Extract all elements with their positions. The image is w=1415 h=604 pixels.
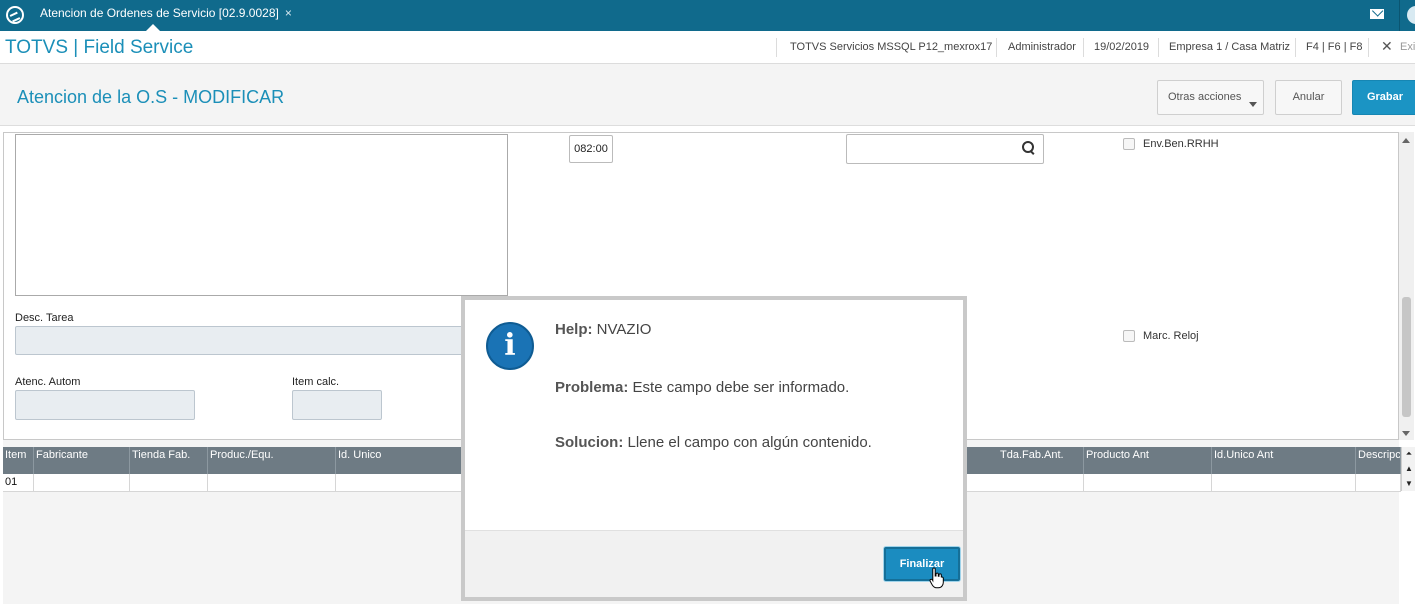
column-header[interactable]: Item (3, 447, 34, 474)
marc-reloj-checkbox[interactable] (1123, 330, 1135, 342)
header-separator (996, 38, 997, 57)
user-label: Administrador (1008, 41, 1076, 53)
next-row-icon[interactable]: ▼ (1404, 479, 1414, 488)
problem-value: Este campo debe ser informado. (632, 379, 850, 396)
chevron-down-icon (1249, 102, 1257, 107)
scroll-down-icon[interactable] (1402, 431, 1410, 436)
table-cell[interactable] (208, 474, 336, 492)
save-button[interactable]: Grabar (1352, 80, 1415, 115)
exit-label[interactable]: Exi (1400, 41, 1415, 53)
column-header[interactable]: Fabricante (34, 447, 130, 474)
column-header[interactable]: Tienda Fab. (130, 447, 208, 474)
table-cell[interactable] (130, 474, 208, 492)
item-calc-label: Item calc. (292, 376, 340, 388)
problem-message: Problema: Este campo debe ser informado. (555, 379, 849, 396)
table-cell[interactable] (34, 474, 130, 492)
problem-label: Problema: (555, 379, 629, 396)
tab-label: Atencion de Ordenes de Servicio [02.9.00… (40, 6, 279, 20)
more-actions-label: Otras acciones (1168, 91, 1242, 103)
date-label: 19/02/2019 (1094, 41, 1150, 53)
env-ben-label: Env.Ben.RRHH (1143, 138, 1219, 150)
env-ben-checkbox[interactable] (1123, 138, 1135, 150)
table-cell[interactable] (336, 474, 466, 492)
column-header[interactable]: Tda.Fab.Ant. (998, 447, 1084, 474)
form-scrollbar[interactable] (1399, 132, 1414, 440)
help-value: NVAZIO (596, 321, 652, 338)
solution-message: Solucion: Llene el campo con algún conte… (555, 434, 872, 451)
tab-atencion-ordenes[interactable]: Atencion de Ordenes de Servicio [02.9.00… (32, 0, 300, 31)
header-separator (1158, 38, 1159, 57)
table-cell[interactable] (1212, 474, 1356, 492)
solution-value: Llene el campo con algún contenido. (627, 434, 872, 451)
more-actions-button[interactable]: Otras acciones (1157, 80, 1264, 115)
time-field[interactable]: 082:00 (569, 135, 613, 163)
brand-title: TOTVS | Field Service (5, 37, 194, 58)
desc-tarea-field[interactable] (15, 326, 465, 355)
scrollbar-thumb[interactable] (1402, 297, 1411, 417)
column-header[interactable]: Id.Unico Ant (1212, 447, 1356, 474)
top-tab-bar: Atencion de Ordenes de Servicio [02.9.00… (0, 0, 1415, 31)
lookup-input[interactable] (846, 134, 1044, 164)
grid-navigation: ⏶ ▲ ▼ (1401, 447, 1415, 491)
help-message: Help: NVAZIO (555, 321, 651, 338)
totvs-logo-icon[interactable] (6, 6, 24, 24)
header-separator (776, 38, 777, 57)
previous-row-icon[interactable]: ▲ (1404, 464, 1414, 473)
scroll-up-icon[interactable] (1402, 138, 1410, 143)
search-icon[interactable] (1022, 141, 1036, 155)
company-label[interactable]: Empresa 1 / Casa Matriz (1169, 41, 1290, 53)
header-separator (1368, 38, 1369, 57)
help-label: Help: (555, 321, 593, 338)
solution-label: Solucion: (555, 434, 624, 451)
header-separator (1295, 38, 1296, 57)
page-title: Atencion de la O.S - MODIFICAR (17, 87, 285, 107)
table-cell[interactable] (1356, 474, 1401, 492)
column-header[interactable]: Descripcion (1356, 447, 1401, 474)
first-row-icon[interactable]: ⏶ (1404, 449, 1414, 458)
exit-icon[interactable]: ✕ (1381, 38, 1393, 55)
header-separator (1083, 38, 1084, 57)
shortcuts-label: F4 | F6 | F8 (1306, 41, 1363, 53)
item-calc-field[interactable] (292, 390, 382, 420)
environment-label: TOTVS Servicios MSSQL P12_mexrox17 (790, 41, 993, 53)
help-dialog: i Help: NVAZIO Problema: Este campo debe… (461, 296, 967, 601)
finalizar-button[interactable]: Finalizar (884, 547, 960, 581)
column-header[interactable]: Id. Unico (336, 447, 466, 474)
cancel-button[interactable]: Anular (1275, 80, 1342, 115)
atenc-autom-field[interactable] (15, 390, 195, 420)
table-cell[interactable] (998, 474, 1084, 492)
mail-icon[interactable] (1370, 9, 1384, 19)
help-icon[interactable] (1407, 6, 1415, 24)
table-cell[interactable] (1084, 474, 1212, 492)
app-header: TOTVS | Field Service TOTVS Servicios MS… (0, 31, 1415, 64)
hand-cursor-icon (929, 567, 944, 589)
column-header[interactable]: Producto Ant (1084, 447, 1212, 474)
table-cell[interactable]: 01 (3, 474, 34, 492)
topbar-divider (1399, 0, 1400, 31)
tab-close-icon[interactable]: × (285, 6, 292, 20)
atenc-autom-label: Atenc. Autom (15, 376, 81, 388)
column-header[interactable]: Produc./Equ. (208, 447, 336, 474)
memo-textarea[interactable] (15, 134, 508, 296)
marc-reloj-label: Marc. Reloj (1143, 330, 1199, 342)
info-icon: i (486, 322, 534, 370)
desc-tarea-label: Desc. Tarea (15, 312, 74, 324)
